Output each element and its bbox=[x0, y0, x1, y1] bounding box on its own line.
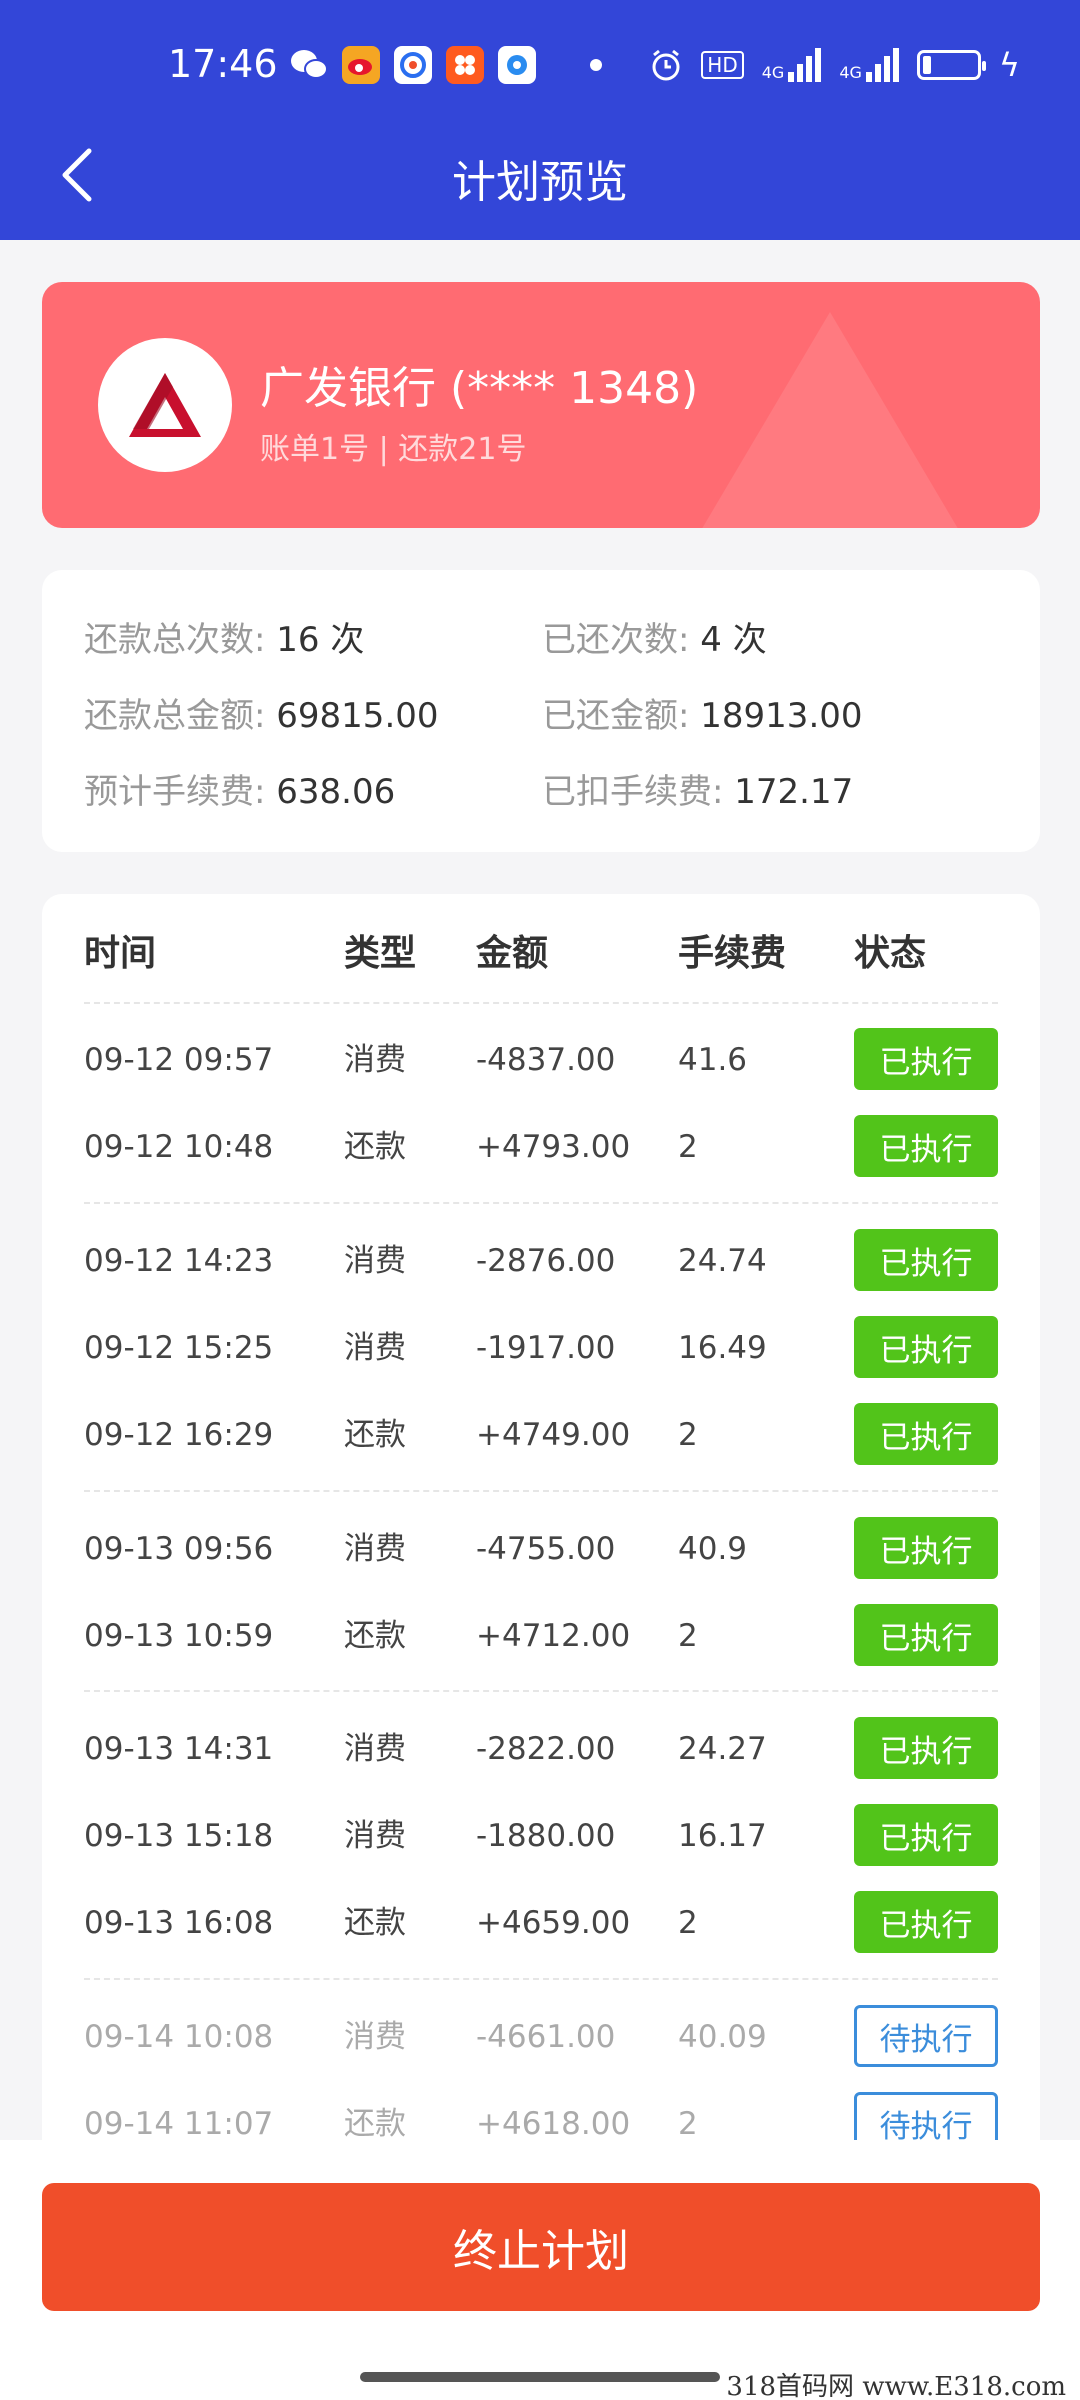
battery-icon bbox=[916, 50, 986, 80]
bank-card: 广发银行 (**** 1348) 账单1号 | 还款21号 bbox=[42, 282, 1040, 528]
status-badge: 已执行 bbox=[854, 1717, 998, 1779]
table-row[interactable]: 09-13 14:31 消费 -2822.00 24.27 已执行 bbox=[84, 1709, 998, 1789]
status-badge: 已执行 bbox=[854, 1403, 998, 1465]
signal-1-icon: 4G bbox=[762, 48, 822, 82]
message-app-icon bbox=[498, 46, 536, 84]
table-row[interactable]: 09-12 15:25 消费 -1917.00 16.49 已执行 bbox=[84, 1308, 998, 1388]
bank-logo bbox=[98, 338, 232, 472]
table-row[interactable]: 09-13 16:08 还款 +4659.00 2 已执行 bbox=[84, 1883, 998, 1963]
table-row[interactable]: 09-12 14:23 消费 -2876.00 24.74 已执行 bbox=[84, 1221, 998, 1301]
status-badge: 已执行 bbox=[854, 1028, 998, 1090]
group-divider bbox=[84, 1978, 998, 1980]
header-amount: 金额 bbox=[476, 933, 549, 974]
table-header: 时间 类型 金额 手续费 状态 bbox=[84, 924, 998, 994]
status-bar: 17:46 HD 4G 4G ϟ bbox=[0, 0, 1080, 120]
hd-icon: HD bbox=[701, 51, 744, 79]
table-row[interactable]: 09-12 10:48 还款 +4793.00 2 已执行 bbox=[84, 1107, 998, 1187]
table-row[interactable]: 09-14 11:07 还款 +4618.00 2 待执行 bbox=[84, 2084, 998, 2144]
group-divider bbox=[84, 1490, 998, 1492]
total-amount: 还款总金额: 69815.00 bbox=[84, 696, 439, 736]
more-notifications-dot bbox=[590, 59, 602, 71]
charging-icon: ϟ bbox=[998, 46, 1020, 84]
status-badge: 待执行 bbox=[854, 2092, 998, 2144]
status-badge: 已执行 bbox=[854, 1804, 998, 1866]
group-divider bbox=[84, 1690, 998, 1692]
shopping-app-icon bbox=[446, 46, 484, 84]
header-fee: 手续费 bbox=[678, 933, 787, 974]
home-indicator[interactable] bbox=[360, 2372, 720, 2382]
status-badge: 已执行 bbox=[854, 1891, 998, 1953]
app-header: 17:46 HD 4G 4G ϟ 计划预览 bbox=[0, 0, 1080, 240]
group-divider bbox=[84, 1002, 998, 1004]
watermark: 318首码网 www.E318.com bbox=[726, 2372, 1066, 2400]
plan-summary: 还款总次数: 16 次 已还次数: 4 次 还款总金额: 69815.00 已还… bbox=[42, 570, 1040, 852]
page-title: 计划预览 bbox=[452, 157, 628, 208]
status-badge: 待执行 bbox=[854, 2005, 998, 2067]
cgb-logo-icon bbox=[129, 373, 201, 437]
status-badge: 已执行 bbox=[854, 1517, 998, 1579]
total-times: 还款总次数: 16 次 bbox=[84, 620, 365, 660]
paid-amount: 已还金额: 18913.00 bbox=[542, 696, 863, 736]
bottom-action-bar: 终止计划 bbox=[0, 2140, 1080, 2400]
card-decoration bbox=[700, 312, 960, 528]
table-row[interactable]: 09-13 09:56 消费 -4755.00 40.9 已执行 bbox=[84, 1509, 998, 1589]
wechat-icon bbox=[290, 46, 328, 84]
bank-name: 广发银行 (**** 1348) bbox=[260, 363, 699, 414]
weibo-icon bbox=[342, 46, 380, 84]
signal-2-icon: 4G bbox=[839, 48, 899, 82]
table-row[interactable]: 09-14 10:08 消费 -4661.00 40.09 待执行 bbox=[84, 1997, 998, 2077]
table-row[interactable]: 09-12 09:57 消费 -4837.00 41.6 已执行 bbox=[84, 1020, 998, 1100]
header-time: 时间 bbox=[84, 933, 157, 974]
table-row[interactable]: 09-12 16:29 还款 +4749.00 2 已执行 bbox=[84, 1395, 998, 1475]
status-badge: 已执行 bbox=[854, 1229, 998, 1291]
plan-table[interactable]: 时间 类型 金额 手续费 状态 09-12 09:57 消费 -4837.00 … bbox=[42, 894, 1040, 2144]
table-row[interactable]: 09-13 15:18 消费 -1880.00 16.17 已执行 bbox=[84, 1796, 998, 1876]
table-row[interactable]: 09-13 10:59 还款 +4712.00 2 已执行 bbox=[84, 1596, 998, 1676]
header-type: 类型 bbox=[344, 933, 417, 974]
estimated-fee: 预计手续费: 638.06 bbox=[84, 772, 396, 812]
status-time: 17:46 bbox=[168, 42, 278, 86]
status-badge: 已执行 bbox=[854, 1604, 998, 1666]
notification-icons bbox=[290, 46, 602, 84]
stop-plan-button[interactable]: 终止计划 bbox=[42, 2183, 1040, 2311]
header-status: 状态 bbox=[854, 933, 927, 974]
group-divider bbox=[84, 1202, 998, 1204]
bill-repay-dates: 账单1号 | 还款21号 bbox=[260, 432, 527, 467]
system-status: HD 4G 4G ϟ bbox=[649, 46, 1020, 84]
status-badge: 已执行 bbox=[854, 1115, 998, 1177]
paid-times: 已还次数: 4 次 bbox=[542, 620, 767, 660]
deducted-fee: 已扣手续费: 172.17 bbox=[542, 772, 854, 812]
browser-icon bbox=[394, 46, 432, 84]
status-badge: 已执行 bbox=[854, 1316, 998, 1378]
alarm-icon bbox=[652, 49, 680, 81]
